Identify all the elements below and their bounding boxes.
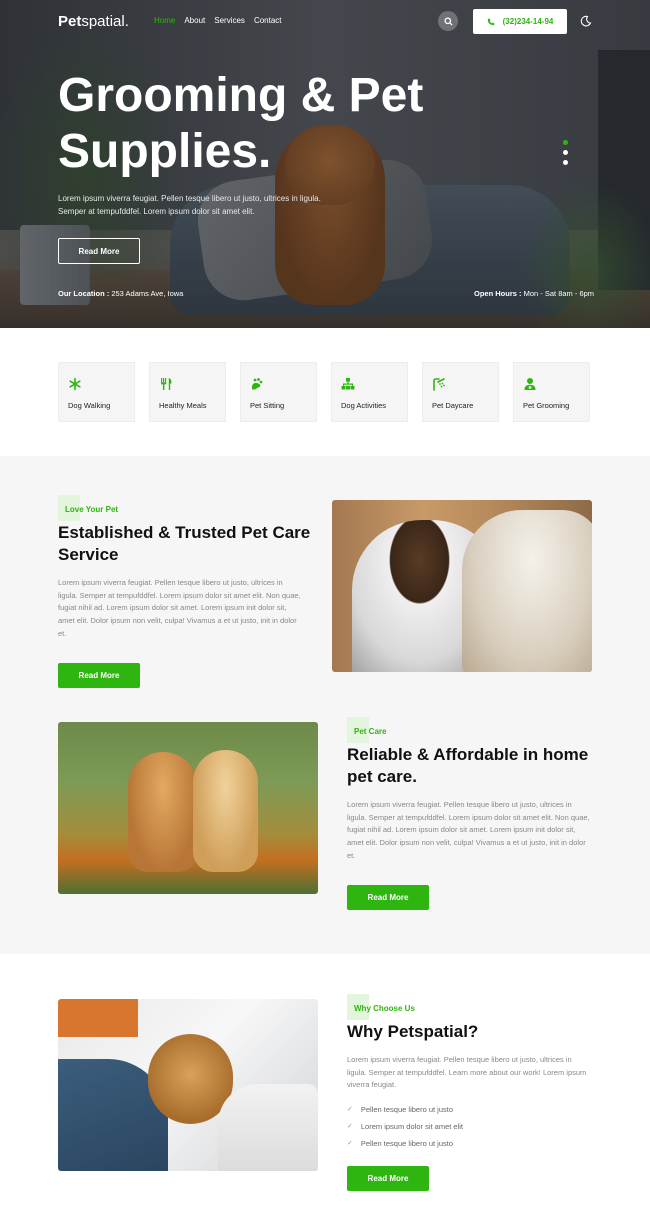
hero-title: Grooming & Pet Supplies. — [58, 69, 424, 178]
service-label: Healthy Meals — [159, 401, 207, 410]
about2-title: Reliable & Affordable in home pet care. — [347, 745, 589, 786]
photo-puppy-right — [193, 750, 258, 872]
about2-tag: Pet Care — [347, 717, 393, 743]
about2-tag-text: Pet Care — [354, 726, 387, 736]
hero-hours: Open Hours : Mon - Sat 8am - 6pm — [474, 289, 594, 298]
paw-hand-icon — [252, 378, 263, 390]
about1-photo — [332, 500, 592, 672]
check-item-label: Pellen tesque libero ut justo — [360, 1138, 454, 1148]
service-label: Pet Sitting — [250, 401, 285, 410]
search-icon — [443, 16, 453, 26]
user-badge-icon — [524, 378, 536, 390]
why-photo — [58, 999, 318, 1171]
snowflake-icon — [69, 377, 81, 391]
nav-item-services[interactable]: Services — [214, 16, 245, 25]
services-row: Dog Walking Healthy Meals Pet Sitting Do… — [58, 362, 593, 422]
service-card-dog-walking[interactable]: Dog Walking — [58, 362, 135, 422]
main-menu: Home About Services Contact — [154, 16, 282, 25]
check-icon: ✓ — [347, 1123, 353, 1130]
hours-value: Mon - Sat 8am - 6pm — [521, 289, 595, 298]
search-button[interactable] — [438, 11, 458, 31]
slider-dot-1[interactable] — [563, 140, 568, 145]
service-label: Dog Walking — [68, 401, 111, 410]
slider-dot-3[interactable] — [563, 160, 568, 165]
why-tag-text: Why Choose Us — [354, 1003, 415, 1013]
service-card-dog-activities[interactable]: Dog Activities — [331, 362, 408, 422]
about1-text: Lorem ipsum viverra feugiat. Pellen tesq… — [58, 578, 301, 638]
hero-section: Petspatial. Home About Services Contact … — [0, 0, 650, 328]
about1-title: Established & Trusted Pet Care Service — [58, 523, 311, 564]
shower-icon — [433, 378, 445, 391]
location-label: Our Location : — [58, 289, 110, 298]
hero-read-more-button[interactable]: Read More — [58, 238, 140, 264]
phone-number: (32)234-14-94 — [502, 17, 554, 26]
check-icon: ✓ — [347, 1140, 353, 1147]
utensils-icon — [161, 378, 172, 390]
service-card-healthy-meals[interactable]: Healthy Meals — [149, 362, 226, 422]
phone-icon — [487, 18, 494, 25]
brand-logo-bold: Pet — [58, 13, 82, 30]
nav-item-about[interactable]: About — [184, 16, 205, 25]
nav-item-contact[interactable]: Contact — [254, 16, 282, 25]
service-label: Pet Daycare — [432, 401, 474, 410]
location-value: 253 Adams Ave, Iowa — [109, 289, 184, 298]
service-card-pet-grooming[interactable]: Pet Grooming — [513, 362, 590, 422]
service-card-pet-sitting[interactable]: Pet Sitting — [240, 362, 317, 422]
hero-location: Our Location : 253 Adams Ave, Iowa — [58, 289, 183, 298]
about1-tag: Love Your Pet — [58, 495, 125, 521]
service-card-pet-daycare[interactable]: Pet Daycare — [422, 362, 499, 422]
slider-dots — [563, 140, 568, 165]
hierarchy-icon — [341, 378, 355, 390]
hero-description: Lorem ipsum viverra feugiat. Pellen tesq… — [58, 194, 321, 216]
check-icon: ✓ — [347, 1106, 353, 1113]
photo-orange-box — [58, 999, 138, 1037]
check-item-label: Lorem ipsum dolor sit amet elit — [360, 1121, 463, 1131]
slider-dot-2[interactable] — [563, 150, 568, 155]
check-item-label: Pellen tesque libero ut justo — [360, 1104, 454, 1114]
photo-vet — [218, 1084, 318, 1171]
moon-icon[interactable] — [580, 15, 592, 27]
hours-label: Open Hours : — [474, 289, 522, 298]
photo-husky — [462, 510, 592, 672]
top-navbar: Petspatial. Home About Services Contact … — [0, 0, 650, 44]
why-text: Lorem ipsum viverra feugiat. Pellen tesq… — [347, 1055, 587, 1090]
phone-button[interactable]: (32)234-14-94 — [473, 9, 567, 34]
brand-logo[interactable]: Petspatial. — [58, 13, 129, 30]
about2-photo — [58, 722, 318, 894]
check-item: ✓ Lorem ipsum dolor sit amet elit — [347, 1120, 463, 1132]
service-label: Dog Activities — [341, 401, 387, 410]
why-title: Why Petspatial? — [347, 1022, 479, 1041]
why-tag: Why Choose Us — [347, 994, 422, 1020]
brand-logo-rest: spatial. — [81, 13, 129, 30]
why-check-list: ✓ Pellen tesque libero ut justo ✓ Lorem ip… — [347, 1103, 463, 1149]
check-item: ✓ Pellen tesque libero ut justo — [347, 1137, 463, 1149]
service-label: Pet Grooming — [523, 401, 570, 410]
about1-read-more-button[interactable]: Read More — [58, 663, 140, 688]
about1-tag-text: Love Your Pet — [65, 504, 119, 514]
check-item: ✓ Pellen tesque libero ut justo — [347, 1103, 463, 1115]
about2-read-more-button[interactable]: Read More — [347, 885, 429, 910]
about2-text: Lorem ipsum viverra feugiat. Pellen tesq… — [347, 800, 590, 860]
photo-puppy-left — [128, 752, 198, 872]
nav-item-home[interactable]: Home — [154, 16, 175, 25]
why-read-more-button[interactable]: Read More — [347, 1166, 429, 1191]
